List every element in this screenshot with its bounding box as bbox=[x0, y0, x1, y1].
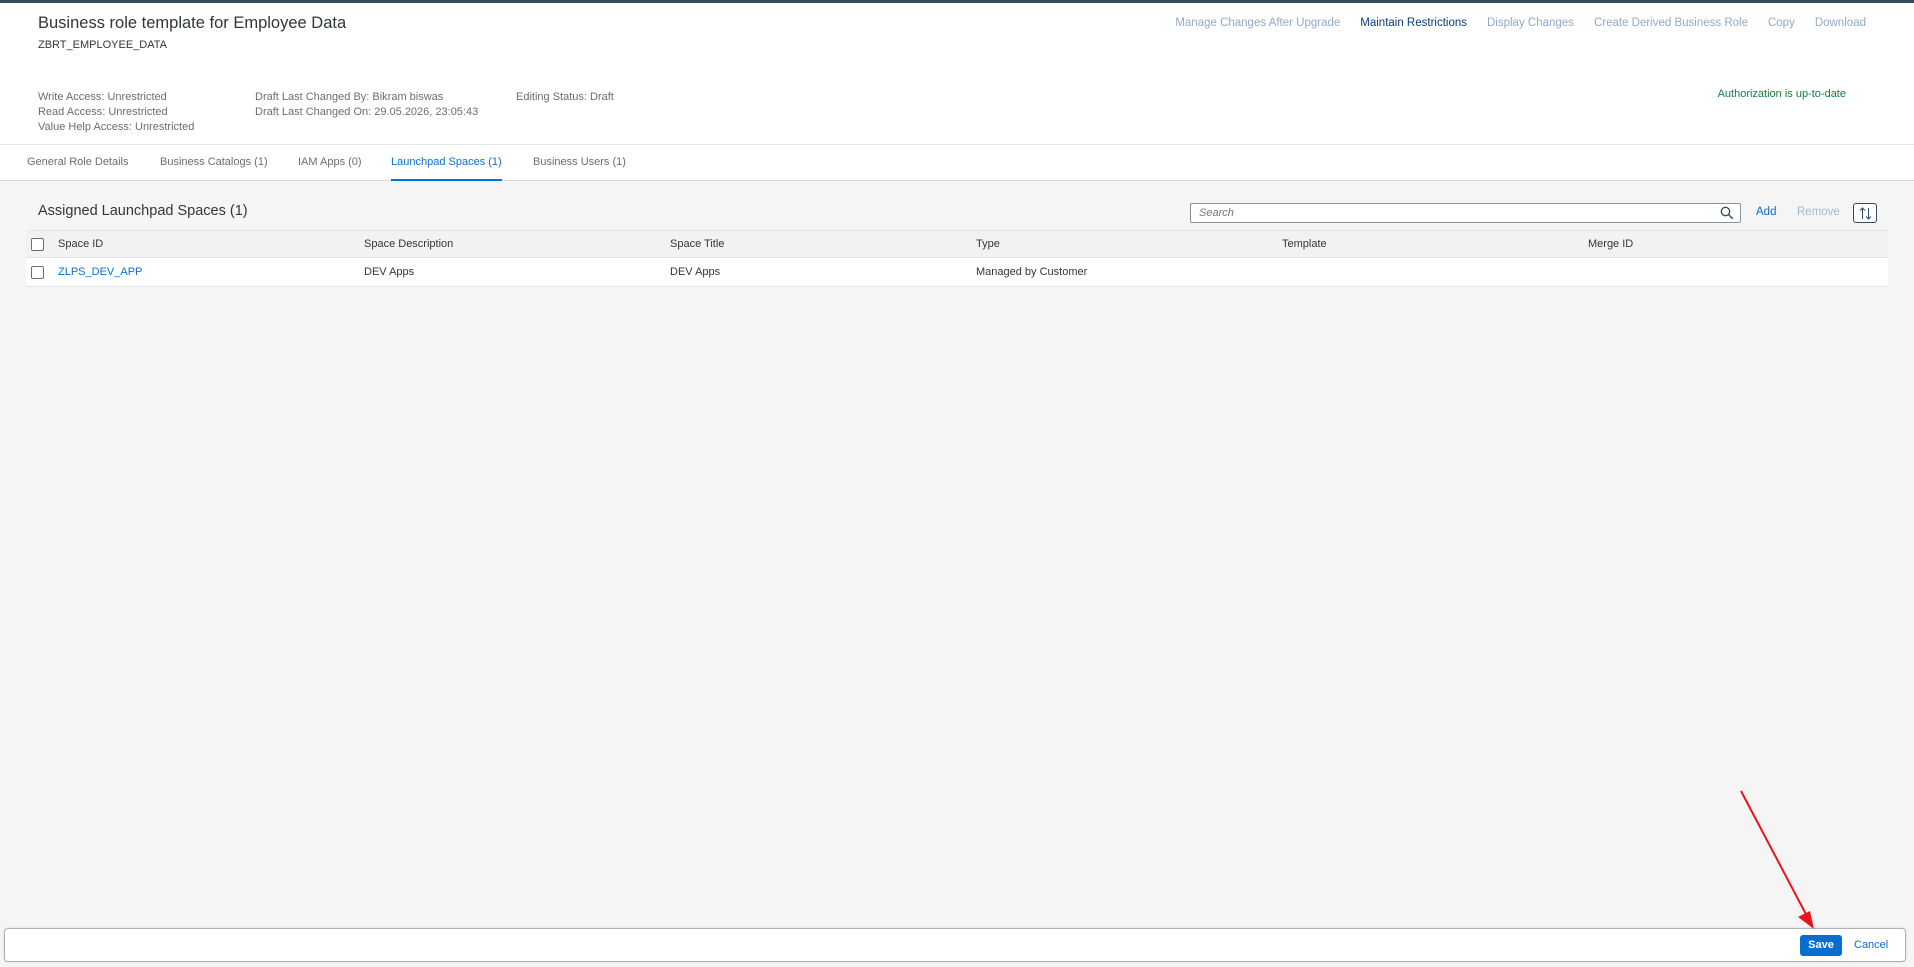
download-button[interactable]: Download bbox=[1815, 17, 1866, 37]
write-access: Write Access: Unrestricted bbox=[38, 91, 167, 103]
cancel-button[interactable]: Cancel bbox=[1854, 939, 1888, 951]
search-icon[interactable] bbox=[1720, 206, 1734, 220]
space-description-cell: DEV Apps bbox=[364, 266, 415, 278]
draft-changed-by: Draft Last Changed By: Bikram biswas bbox=[255, 91, 444, 103]
remove-button[interactable]: Remove bbox=[1797, 206, 1840, 218]
tab-business-catalogs[interactable]: Business Catalogs (1) bbox=[160, 145, 268, 181]
authorization-status: Authorization is up-to-date bbox=[1717, 88, 1846, 100]
tab-launchpad-spaces[interactable]: Launchpad Spaces (1) bbox=[391, 145, 502, 181]
role-id: ZBRT_EMPLOYEE_DATA bbox=[38, 39, 167, 51]
section-title: Assigned Launchpad Spaces (1) bbox=[38, 203, 248, 219]
draft-info: Draft Last Changed By: Bikram biswas Dra… bbox=[255, 90, 478, 120]
maintain-restrictions-button[interactable]: Maintain Restrictions bbox=[1360, 17, 1467, 37]
tab-iam-apps[interactable]: IAM Apps (0) bbox=[298, 145, 362, 181]
add-button[interactable]: Add bbox=[1756, 206, 1776, 218]
access-info: Write Access: Unrestricted Read Access: … bbox=[38, 90, 194, 135]
row-checkbox[interactable] bbox=[31, 266, 44, 279]
editing-status-text: Editing Status: Draft bbox=[516, 91, 614, 103]
sort-button[interactable] bbox=[1853, 203, 1877, 223]
search-input[interactable] bbox=[1191, 204, 1711, 222]
page-title: Business role template for Employee Data bbox=[38, 14, 347, 32]
column-header-space-id[interactable]: Space ID bbox=[58, 231, 103, 257]
create-derived-business-role-button[interactable]: Create Derived Business Role bbox=[1594, 17, 1748, 37]
value-help-access: Value Help Access: Unrestricted bbox=[38, 121, 195, 133]
display-changes-button[interactable]: Display Changes bbox=[1487, 17, 1574, 37]
table-header: Space ID Space Description Space Title T… bbox=[26, 230, 1888, 258]
space-title-cell: DEV Apps bbox=[670, 266, 721, 278]
sort-icon bbox=[1859, 207, 1872, 220]
footer-toolbar bbox=[4, 928, 1906, 962]
column-header-type[interactable]: Type bbox=[976, 231, 1000, 257]
tab-business-users[interactable]: Business Users (1) bbox=[533, 145, 626, 181]
select-all-checkbox[interactable] bbox=[31, 238, 44, 251]
draft-changed-on: Draft Last Changed On: 29.05.2026, 23:05… bbox=[255, 106, 479, 118]
space-id-link[interactable]: ZLPS_DEV_APP bbox=[58, 258, 142, 286]
save-button[interactable]: Save bbox=[1800, 935, 1842, 956]
manage-changes-after-upgrade-button[interactable]: Manage Changes After Upgrade bbox=[1175, 17, 1340, 37]
column-header-merge-id[interactable]: Merge ID bbox=[1588, 231, 1633, 257]
editing-status: Editing Status: Draft bbox=[516, 90, 614, 105]
header-actions: Manage Changes After Upgrade Maintain Re… bbox=[1155, 17, 1914, 37]
read-access: Read Access: Unrestricted bbox=[38, 106, 168, 118]
type-cell: Managed by Customer bbox=[976, 266, 1088, 278]
table-row[interactable]: ZLPS_DEV_APP DEV Apps DEV Apps Managed b… bbox=[26, 258, 1888, 287]
launchpad-spaces-table: Space ID Space Description Space Title T… bbox=[26, 230, 1888, 287]
copy-button[interactable]: Copy bbox=[1768, 17, 1795, 37]
column-header-space-description[interactable]: Space Description bbox=[364, 231, 453, 257]
tab-general-role-details[interactable]: General Role Details bbox=[27, 145, 129, 181]
tab-bar: General Role Details Business Catalogs (… bbox=[0, 145, 1914, 181]
column-header-template[interactable]: Template bbox=[1282, 231, 1327, 257]
search-field bbox=[1190, 203, 1741, 223]
column-header-space-title[interactable]: Space Title bbox=[670, 231, 724, 257]
object-header: Business role template for Employee Data… bbox=[0, 3, 1914, 145]
